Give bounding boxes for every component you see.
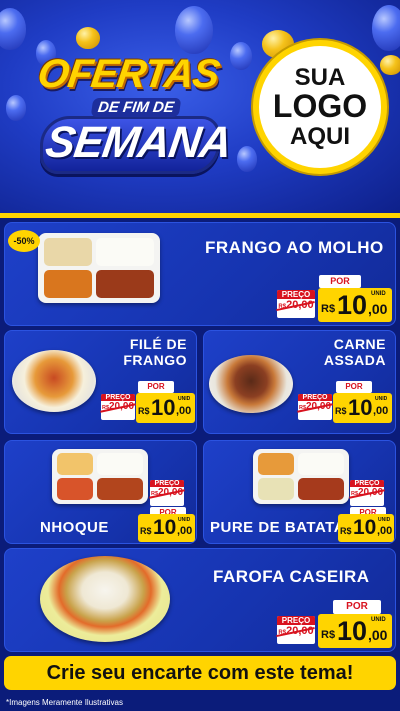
preco-label: PREÇO	[101, 394, 135, 401]
new-price-box: R$ 10 ,00 UNID	[318, 288, 392, 322]
title-semana: SEMANA	[42, 118, 235, 167]
balloon-icon	[380, 55, 400, 75]
product-name: ASSADA	[323, 352, 386, 368]
logo-text: SUA	[294, 64, 346, 92]
old-price: R$20,00	[278, 625, 314, 637]
new-price-box: R$ 10 ,00 UNID	[333, 393, 392, 423]
logo-text: AQUI	[290, 122, 350, 150]
preco-label: PREÇO	[350, 480, 384, 487]
header-banner: OFERTAS DE FIM DE SEMANA SUA LOGO AQUI	[0, 0, 400, 218]
old-price: R$20,00	[150, 487, 184, 498]
product-name: CARNE	[333, 336, 386, 352]
old-price-box: PREÇO R$20,00	[298, 394, 332, 420]
new-price-integer: 10	[337, 290, 368, 320]
campaign-title: OFERTAS DE FIM DE SEMANA	[30, 38, 234, 188]
new-price-box: R$ 10 ,00 UNID	[338, 514, 394, 542]
por-label: POR	[319, 275, 361, 288]
new-price-currency: R$	[335, 406, 347, 416]
por-label: POR	[336, 381, 372, 393]
unit-label: UNID	[178, 517, 191, 523]
new-price-decimal: ,00	[368, 627, 388, 643]
balloon-icon	[230, 42, 252, 70]
new-price-currency: R$	[140, 526, 152, 536]
new-price-currency: R$	[340, 526, 352, 536]
old-price: R$20,00	[101, 401, 135, 412]
balloon-icon	[372, 5, 400, 51]
new-price-currency: R$	[138, 406, 150, 416]
product-image	[253, 449, 349, 504]
cta-banner[interactable]: Crie seu encarte com este tema!	[4, 656, 396, 690]
product-image	[38, 233, 160, 303]
discount-badge: -50%	[8, 230, 40, 252]
product-name: FRANGO AO MOLHO	[205, 238, 384, 257]
new-price-decimal: ,00	[373, 405, 389, 417]
balloon-icon	[6, 95, 26, 121]
por-label: POR	[138, 381, 174, 393]
product-name: FAROFA CASEIRA	[213, 567, 370, 586]
por-label: POR	[333, 600, 381, 614]
new-price-decimal: ,00	[377, 525, 393, 537]
new-price-decimal: ,00	[176, 405, 192, 417]
old-price-box: PREÇO R$20,00	[101, 394, 135, 420]
new-price-integer: 10	[348, 395, 373, 420]
unit-label: UNID	[178, 396, 191, 402]
new-price-currency: R$	[321, 629, 336, 641]
unit-label: UNID	[371, 291, 386, 297]
old-price: R$20,00	[298, 401, 332, 412]
unit-label: UNID	[375, 396, 388, 402]
old-price-box: PREÇO R$20,00	[277, 290, 315, 318]
footnote: *Imagens Meramente Ilustrativas	[6, 698, 123, 707]
new-price-decimal: ,00	[177, 525, 193, 537]
old-price-box: PREÇO R$20,00	[350, 480, 384, 506]
product-name: FRANGO	[123, 352, 187, 368]
new-price-currency: R$	[321, 303, 336, 315]
balloon-icon	[0, 8, 26, 50]
new-price-box: R$ 10 ,00 UNID	[138, 514, 195, 542]
unit-label: UNID	[371, 617, 386, 623]
balloon-icon	[237, 146, 257, 172]
product-image	[209, 355, 293, 413]
unit-label: UNID	[378, 517, 391, 523]
product-name: PURE DE BATATA	[210, 519, 346, 536]
new-price-box: R$ 10 ,00 UNID	[318, 614, 392, 648]
new-price-integer: 10	[151, 395, 176, 420]
preco-label: PREÇO	[298, 394, 332, 401]
product-image	[52, 449, 148, 504]
new-price-integer: 10	[153, 516, 177, 539]
product-image	[40, 556, 170, 642]
header-divider	[0, 213, 400, 218]
logo-placeholder: SUA LOGO AQUI	[253, 40, 387, 174]
preco-label: PREÇO	[277, 290, 315, 299]
logo-text: LOGO	[272, 88, 368, 125]
old-price-box: PREÇO R$20,00	[150, 480, 184, 506]
old-price: R$20,00	[278, 299, 314, 311]
preco-label: PREÇO	[277, 616, 315, 625]
new-price-decimal: ,00	[368, 301, 388, 317]
title-ofertas: OFERTAS	[34, 52, 222, 96]
preco-label: PREÇO	[150, 480, 184, 487]
product-image	[12, 350, 96, 412]
product-name: NHOQUE	[40, 519, 109, 536]
new-price-box: R$ 10 ,00 UNID	[136, 393, 195, 423]
new-price-integer: 10	[353, 516, 377, 539]
old-price-box: PREÇO R$20,00	[277, 616, 315, 644]
new-price-integer: 10	[337, 616, 368, 646]
product-name: FILÉ DE	[129, 336, 187, 352]
old-price: R$20,00	[350, 487, 384, 498]
title-de-fim-de: DE FIM DE	[90, 98, 182, 117]
